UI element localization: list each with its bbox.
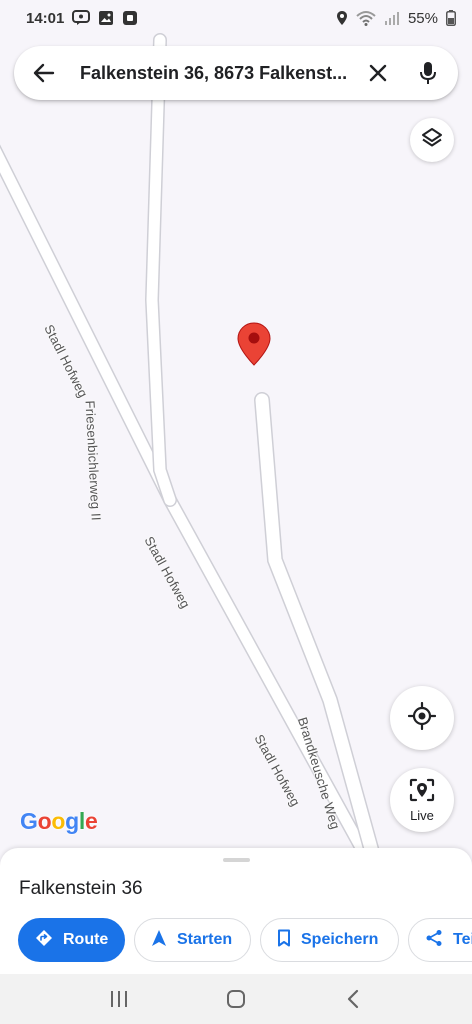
navigation-arrow-icon	[151, 929, 167, 952]
system-navigation-bar	[0, 974, 472, 1024]
google-logo-letter: o	[37, 808, 52, 834]
share-button[interactable]: Tei	[408, 918, 472, 962]
home-icon[interactable]	[216, 979, 256, 1019]
status-time: 14:01	[26, 9, 65, 27]
signal-icon	[384, 11, 400, 25]
crosshair-icon	[407, 701, 437, 735]
app-screen: Stadl Hofweg Friesenbichlerweg II Stadl …	[0, 0, 472, 1024]
search-bar[interactable]: Falkenstein 36, 8673 Falkenst...	[14, 46, 458, 100]
battery-percent: 55%	[407, 9, 438, 27]
status-right: 55%	[336, 10, 456, 27]
route-button[interactable]: Route	[18, 918, 125, 962]
google-logo-letter: e	[84, 808, 98, 834]
wifi-icon	[356, 10, 376, 26]
start-label: Starten	[177, 931, 233, 948]
share-icon	[425, 929, 443, 952]
google-logo-letter: o	[51, 808, 66, 834]
google-logo-letter: g	[65, 808, 79, 834]
recent-apps-icon[interactable]	[99, 979, 139, 1019]
route-label: Route	[63, 931, 109, 948]
live-view-icon	[409, 778, 435, 807]
google-logo: Google	[20, 808, 98, 835]
location-pin-icon[interactable]	[236, 321, 272, 367]
close-icon[interactable]	[360, 55, 396, 91]
back-arrow-icon[interactable]	[28, 57, 60, 89]
save-label: Speichern	[301, 931, 379, 948]
chat-notification-icon	[72, 10, 91, 26]
place-bottom-sheet[interactable]: Falkenstein 36 Route Starten Speichern T…	[0, 848, 472, 974]
microphone-icon[interactable]	[410, 55, 446, 91]
place-actions: Route Starten Speichern Tei	[18, 918, 472, 962]
location-icon	[336, 10, 348, 26]
live-view-button[interactable]: Live	[390, 768, 454, 832]
my-location-button[interactable]	[390, 686, 454, 750]
bookmark-icon	[277, 929, 291, 952]
share-label: Tei	[453, 931, 472, 948]
layers-icon	[420, 126, 444, 155]
start-navigation-button[interactable]: Starten	[134, 918, 251, 962]
back-icon[interactable]	[333, 979, 373, 1019]
battery-icon	[446, 10, 456, 26]
search-query-text[interactable]: Falkenstein 36, 8673 Falkenst...	[80, 63, 352, 84]
status-bar: 14:01 55%	[0, 0, 472, 36]
save-button[interactable]: Speichern	[260, 918, 399, 962]
google-logo-letter: G	[20, 808, 38, 834]
map-layers-button[interactable]	[410, 118, 454, 162]
sheet-drag-handle[interactable]	[223, 858, 250, 862]
app-notification-icon	[122, 10, 138, 26]
place-title: Falkenstein 36	[19, 878, 143, 899]
live-view-label: Live	[410, 807, 434, 823]
directions-icon	[35, 929, 53, 952]
status-left: 14:01	[26, 10, 138, 27]
gallery-icon	[98, 10, 114, 26]
